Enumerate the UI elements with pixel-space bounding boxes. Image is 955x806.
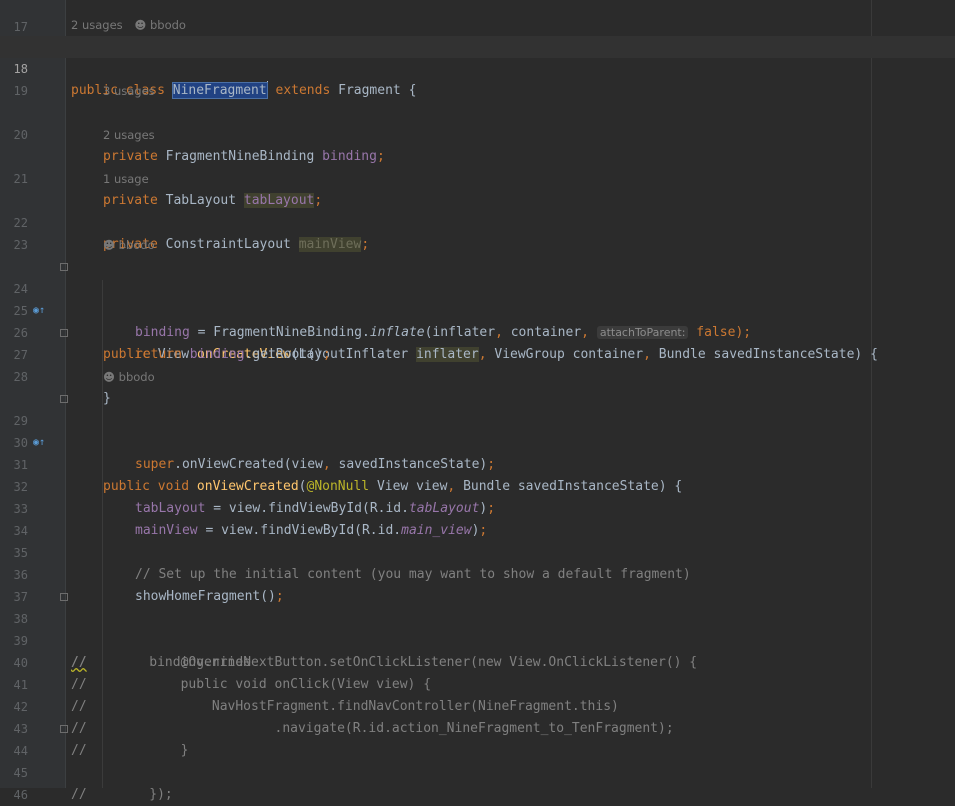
class-usages[interactable]: 2 usages <box>71 18 123 32</box>
line-number: 21 <box>13 172 28 186</box>
code-line-29[interactable]: 29 ◉↑ public void onViewCreated(@NonNull… <box>0 388 955 494</box>
author-hint[interactable]: ☻ bbodo <box>103 238 155 252</box>
code-line-24[interactable]: 24 ◉↑ public View onCreateView(LayoutInf… <box>0 256 955 362</box>
usages-hint[interactable]: 2 usages ☻ bbodo <box>71 18 186 32</box>
line-number: 28 <box>13 370 28 384</box>
mainview-usages-hint[interactable]: 1 usage <box>103 172 149 186</box>
user-icon: ☻ <box>134 18 147 32</box>
code-line-45[interactable]: 45 <box>0 740 955 780</box>
code-line-43[interactable]: 43 // } <box>0 696 955 758</box>
user-icon: ☻ <box>103 238 115 252</box>
user-icon: ☻ <box>103 370 115 384</box>
code-line-42[interactable]: 42 // .navigate(R.id.action_NineFragment… <box>0 674 955 736</box>
line-number: 46 <box>13 788 28 802</box>
code-line-22[interactable]: 22 private ConstraintLayout mainView; <box>0 190 955 252</box>
code-line-20[interactable]: 20 private FragmentNineBinding binding; <box>0 102 955 164</box>
code-line-25[interactable]: 25 binding = FragmentNineBinding.inflate… <box>0 278 955 340</box>
code-line-19[interactable]: 19 <box>0 58 955 98</box>
author-name[interactable]: bbodo <box>119 238 155 252</box>
tablayout-usages-hint[interactable]: 2 usages <box>103 128 155 142</box>
code-line-38[interactable]: 38 // binding.nineNextButton.setOnClickL… <box>0 586 955 670</box>
code-line-44[interactable]: 44 // }); <box>0 718 955 802</box>
code-line-39[interactable]: 39 // @Override <box>0 608 955 670</box>
code-line-31[interactable]: 31 <box>0 432 955 472</box>
author-name[interactable]: bbodo <box>119 370 155 384</box>
line-number: 17 <box>13 20 28 34</box>
text-caret <box>266 81 268 97</box>
comment: // }); <box>71 787 173 802</box>
code-line-17[interactable]: 17 <box>0 0 955 34</box>
code-line-26[interactable]: 26 return binding.getRoot(); <box>0 300 955 362</box>
line-number: 23 <box>13 238 28 252</box>
author-hint[interactable]: ☻ bbodo <box>103 370 155 384</box>
fold-marker-icon[interactable] <box>60 593 68 601</box>
code-line-23[interactable]: 23 <box>0 212 955 252</box>
fold-marker-icon[interactable] <box>60 263 68 271</box>
code-line-30[interactable]: 30 super.onViewCreated(view, savedInstan… <box>0 410 955 472</box>
code-line-46[interactable]: 46 <box>0 762 955 802</box>
code-line-28[interactable]: 28 <box>0 344 955 384</box>
code-line-32[interactable]: 32 tabLayout = view.findViewById(R.id.ta… <box>0 454 955 516</box>
code-line-37[interactable]: 37 <box>0 564 955 604</box>
selected-class-name[interactable]: NineFragment <box>171 82 268 99</box>
code-line-41[interactable]: 41 // NavHostFragment.findNavController(… <box>0 652 955 714</box>
code-line-34[interactable]: 34 <box>0 498 955 538</box>
semicolon: ; <box>361 237 370 252</box>
line-number: 19 <box>13 84 28 98</box>
keyword: extends <box>275 83 339 98</box>
type-name: ConstraintLayout <box>165 237 299 252</box>
code-line-33[interactable]: 33 mainView = view.findViewById(R.id.mai… <box>0 476 955 538</box>
fold-marker-icon[interactable] <box>60 329 68 337</box>
class-author[interactable]: bbodo <box>150 18 186 32</box>
fold-marker-icon[interactable] <box>60 395 68 403</box>
code-line-40[interactable]: 40 // public void onClick(View view) { <box>0 630 955 692</box>
field-name: mainView <box>298 237 362 252</box>
base-class: Fragment { <box>338 83 417 98</box>
fold-marker-icon[interactable] <box>60 725 68 733</box>
code-line-27[interactable]: 27 } <box>0 322 955 406</box>
line-number: 20 <box>13 128 28 142</box>
binding-usages-hint[interactable]: 3 usages <box>103 84 155 98</box>
code-line-36[interactable]: 36 showHomeFragment(); <box>0 542 955 604</box>
code-line-35[interactable]: 35 // Set up the initial content (you ma… <box>0 520 955 582</box>
code-line-18[interactable]: 18 public class NineFragment extends Fra… <box>0 36 955 99</box>
code-line-21[interactable]: 21 private TabLayout tabLayout; <box>0 146 955 208</box>
